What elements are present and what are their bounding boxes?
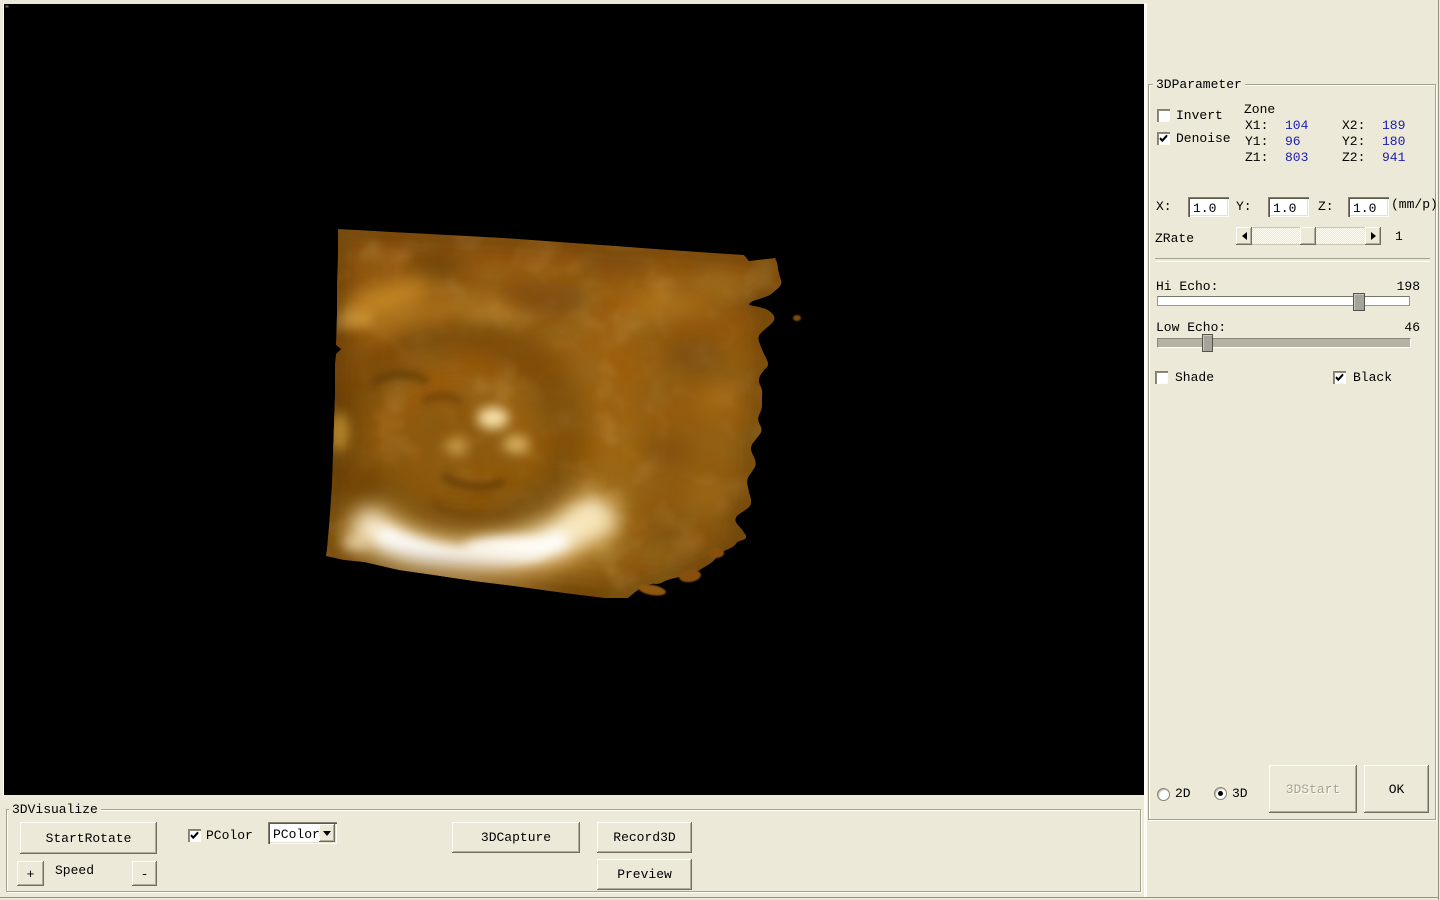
right-arrow-icon <box>1371 232 1376 240</box>
mode-2d-radio[interactable] <box>1157 788 1170 801</box>
zone-x1-value: 104 <box>1285 119 1308 133</box>
group-3dvisualize-title: 3DVisualize <box>9 803 101 817</box>
3dcapture-button[interactable]: 3DCapture <box>452 822 580 853</box>
preview-button-label: Preview <box>617 867 672 882</box>
low-echo-slider-track[interactable] <box>1157 338 1411 348</box>
invert-label: Invert <box>1176 109 1223 123</box>
panel-divider <box>1144 3 1147 897</box>
group-3dparameter-title: 3DParameter <box>1153 78 1245 92</box>
shade-label: Shade <box>1175 371 1214 385</box>
y-scale-value: 1.0 <box>1273 202 1296 216</box>
denoise-label: Denoise <box>1176 132 1231 146</box>
black-label: Black <box>1353 371 1392 385</box>
separator <box>1155 258 1430 262</box>
mode-3d-radio[interactable] <box>1214 787 1227 800</box>
z-scale-input[interactable]: 1.0 <box>1348 197 1389 217</box>
low-echo-label: Low Echo: <box>1156 321 1226 335</box>
zone-z1-value: 803 <box>1285 151 1308 165</box>
window-bottom-edge <box>0 897 1439 898</box>
denoise-checkbox[interactable] <box>1157 132 1170 145</box>
z-scale-label: Z: <box>1318 200 1334 214</box>
pcolor-checkbox[interactable] <box>188 829 201 842</box>
zrate-thumb[interactable] <box>1300 227 1316 245</box>
preview-button[interactable]: Preview <box>597 859 692 890</box>
mode-3d-label: 3D <box>1232 787 1248 801</box>
pcolor-dropdown-value: PColor <box>273 828 320 842</box>
hi-echo-slider-thumb[interactable] <box>1353 293 1365 311</box>
zone-y2-value: 180 <box>1382 135 1405 149</box>
low-echo-value: 46 <box>1395 321 1420 335</box>
zone-title: Zone <box>1244 103 1275 117</box>
zone-y2-label: Y2: <box>1342 135 1365 149</box>
speed-minus-button[interactable]: - <box>132 861 157 886</box>
left-arrow-icon <box>1242 232 1247 240</box>
pcolor-checkbox-label: PColor <box>206 829 253 843</box>
app-window: 3DParameter Invert Denoise Zone X1: 104 … <box>0 0 1440 900</box>
zrate-left-arrow[interactable] <box>1236 227 1252 245</box>
z-scale-value: 1.0 <box>1353 202 1376 216</box>
zone-z1-label: Z1: <box>1245 151 1268 165</box>
y-scale-input[interactable]: 1.0 <box>1268 197 1309 217</box>
shade-checkbox[interactable] <box>1155 371 1168 384</box>
zrate-scrollbar[interactable] <box>1236 227 1381 245</box>
zrate-label: ZRate <box>1155 232 1194 246</box>
zone-y1-label: Y1: <box>1245 135 1268 149</box>
x-scale-value: 1.0 <box>1193 202 1216 216</box>
window-right-edge <box>1438 0 1439 900</box>
zone-x2-label: X2: <box>1342 119 1365 133</box>
zone-x2-value: 189 <box>1382 119 1405 133</box>
ok-button-label: OK <box>1389 782 1405 797</box>
viewport-3d[interactable] <box>4 4 1144 795</box>
x-scale-label: X: <box>1156 200 1172 214</box>
speed-plus-label: + <box>27 867 35 882</box>
zrate-value: 1 <box>1395 230 1403 244</box>
zrate-right-arrow[interactable] <box>1365 227 1381 245</box>
low-echo-slider-thumb[interactable] <box>1202 334 1213 352</box>
zone-y1-value: 96 <box>1285 135 1301 149</box>
y-scale-label: Y: <box>1236 200 1252 214</box>
group-3dparameter <box>1148 84 1436 820</box>
hi-echo-label: Hi Echo: <box>1156 280 1218 294</box>
zone-x1-label: X1: <box>1245 119 1268 133</box>
3dstart-button-label: 3DStart <box>1286 782 1341 797</box>
zone-z2-label: Z2: <box>1342 151 1365 165</box>
pcolor-dropdown-button[interactable] <box>319 824 335 842</box>
3dcapture-button-label: 3DCapture <box>481 830 551 845</box>
invert-checkbox[interactable] <box>1157 109 1170 122</box>
checkmark-icon <box>1334 372 1345 383</box>
record3d-button[interactable]: Record3D <box>597 822 692 853</box>
checkmark-icon <box>1158 133 1169 144</box>
scale-unit-label: (mm/p) <box>1391 198 1438 212</box>
speed-minus-label: - <box>141 867 149 882</box>
record3d-button-label: Record3D <box>613 830 675 845</box>
zone-z2-value: 941 <box>1382 151 1405 165</box>
speed-label: Speed <box>55 864 94 878</box>
speed-plus-button[interactable]: + <box>17 861 44 886</box>
ok-button[interactable]: OK <box>1364 765 1429 813</box>
3dstart-button[interactable]: 3DStart <box>1269 765 1357 813</box>
hi-echo-slider-track[interactable] <box>1157 296 1410 306</box>
start-rotate-button[interactable]: StartRotate <box>20 822 157 854</box>
ultrasound-render <box>4 4 1144 795</box>
checkmark-icon <box>189 830 200 841</box>
pcolor-dropdown[interactable]: PColor <box>268 822 337 844</box>
black-checkbox[interactable] <box>1333 371 1346 384</box>
chevron-down-icon <box>323 831 331 836</box>
start-rotate-button-label: StartRotate <box>46 831 132 846</box>
mode-2d-label: 2D <box>1175 787 1191 801</box>
x-scale-input[interactable]: 1.0 <box>1188 197 1229 217</box>
hi-echo-value: 198 <box>1395 280 1420 294</box>
